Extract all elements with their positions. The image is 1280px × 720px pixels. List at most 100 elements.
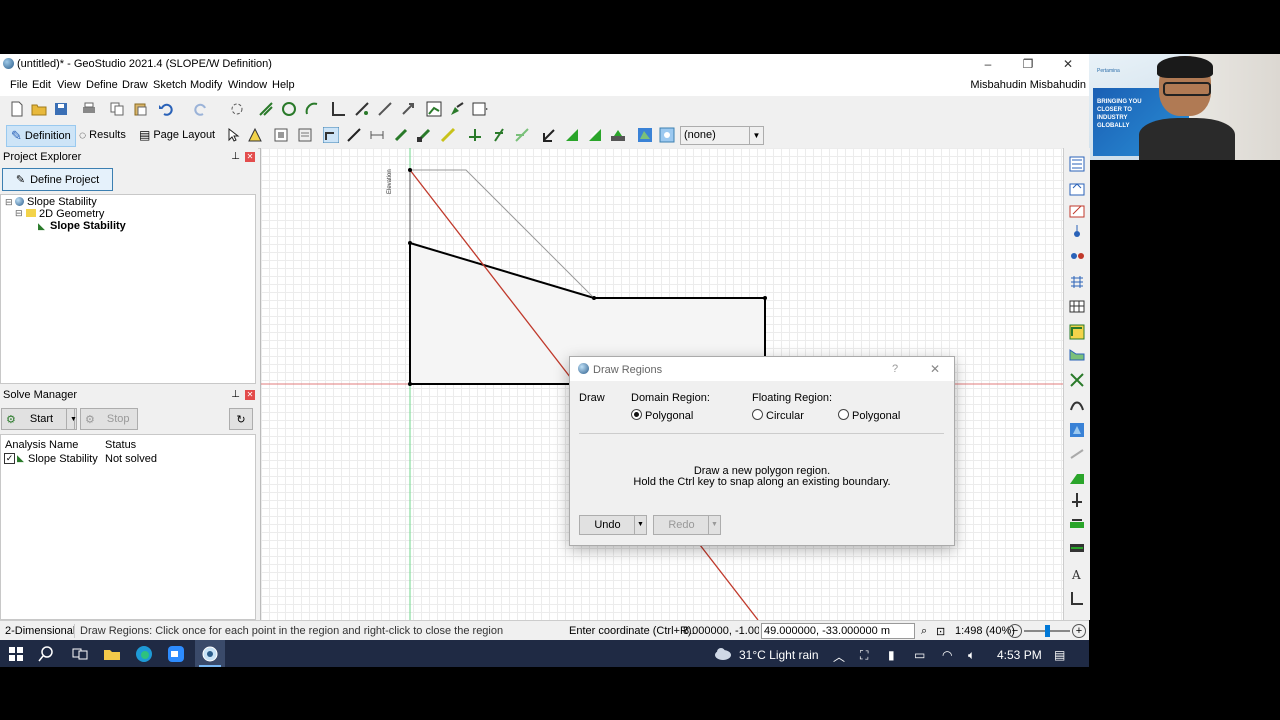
undo-icon[interactable] [158, 101, 174, 117]
define-slope-icon[interactable] [1069, 346, 1085, 362]
task-view-icon[interactable] [71, 645, 89, 663]
help-button[interactable]: ? [892, 363, 898, 375]
view-image-icon[interactable] [659, 127, 675, 143]
zoom-out-button[interactable]: − [1008, 624, 1022, 638]
tray-network-app-icon[interactable]: ⛶ [860, 648, 868, 663]
tree-collapse-icon[interactable]: ⊟ [15, 208, 23, 219]
zoom-slider-thumb[interactable] [1045, 625, 1050, 637]
page-layout-button[interactable]: ▤ Page Layout [135, 125, 219, 145]
view-3d-icon[interactable] [637, 127, 653, 143]
draw-geometry-icon[interactable] [323, 127, 339, 143]
draw-materials-icon[interactable] [297, 127, 313, 143]
sketch-circle-icon[interactable] [281, 101, 297, 117]
dialog-close-button[interactable]: ✕ [930, 362, 940, 376]
close-button[interactable]: ✕ [1058, 56, 1078, 72]
define-text-icon[interactable]: A [1069, 566, 1085, 582]
draw-tension-crack-icon[interactable] [467, 127, 483, 143]
undo-button[interactable]: Undo [579, 515, 636, 535]
draw-reinforcement-icon[interactable] [514, 127, 530, 143]
define-functions-icon[interactable] [1069, 202, 1085, 218]
volume-icon[interactable]: 🔈︎ [968, 648, 975, 663]
menu-view[interactable]: View [57, 79, 81, 91]
draw-line-icon[interactable] [346, 127, 362, 143]
draw-regions-icon[interactable] [247, 127, 263, 143]
pin-icon[interactable]: ⊥ [231, 151, 240, 162]
analysis-checkbox[interactable]: ✓ [4, 453, 15, 464]
wifi-icon[interactable]: ◠ [942, 648, 952, 662]
close-icon[interactable]: ✕ [245, 152, 255, 162]
new-file-icon[interactable] [9, 101, 25, 117]
floating-polygonal-radio[interactable]: Polygonal [838, 409, 900, 422]
draw-entry-exit-icon[interactable] [416, 127, 432, 143]
zoom-app-icon[interactable] [167, 645, 185, 663]
menu-modify[interactable]: Modify [190, 79, 222, 91]
menu-sketch[interactable]: Sketch [153, 79, 187, 91]
draw-spacing-icon[interactable] [369, 127, 385, 143]
define-points-icon[interactable] [1069, 224, 1085, 240]
define-materials-icon[interactable] [1069, 180, 1085, 196]
menu-draw[interactable]: Draw [122, 79, 148, 91]
paste-icon[interactable] [132, 101, 148, 117]
draw-pressure-line-icon[interactable] [440, 127, 456, 143]
zoom-icon[interactable]: ⌕ [921, 625, 927, 638]
sketch-pen-icon[interactable] [449, 101, 465, 117]
menu-file[interactable]: File [10, 79, 28, 91]
define-grid-radius-icon[interactable] [1069, 372, 1085, 388]
define-grid-icon[interactable] [1069, 274, 1085, 290]
sketch-arrow-icon[interactable] [400, 101, 416, 117]
definition-mode-button[interactable]: ✎ Definition [6, 125, 76, 147]
analysis-row-name[interactable]: Slope Stability [28, 453, 98, 465]
copy-icon[interactable] [109, 101, 125, 117]
redo-icon[interactable] [193, 101, 209, 117]
define-surface-icon[interactable] [1069, 470, 1085, 486]
define-project-button[interactable]: ✎ Define Project [2, 168, 113, 191]
tree-collapse-icon[interactable]: ⊟ [5, 197, 13, 208]
sketch-arc-icon[interactable] [304, 101, 320, 117]
define-mesh-icon[interactable] [1069, 298, 1085, 314]
microphone-icon[interactable]: ▮ [888, 648, 895, 662]
file-explorer-icon[interactable] [103, 645, 121, 663]
notification-icon[interactable]: ▤ [1054, 648, 1065, 662]
coordinate-entry[interactable]: 8.000000, -1.000000 [683, 625, 759, 637]
draw-points-icon[interactable] [273, 127, 289, 143]
sketch-text-icon[interactable] [377, 101, 393, 117]
define-anchor-icon[interactable] [1069, 492, 1085, 508]
print-icon[interactable] [81, 101, 97, 117]
zoom-fit-icon[interactable]: ⊡ [936, 625, 945, 638]
domain-polygonal-radio[interactable]: Polygonal [631, 409, 693, 422]
define-layers-icon[interactable] [1069, 538, 1085, 554]
menu-edit[interactable]: Edit [32, 79, 51, 91]
results-mode-button[interactable]: ◌ Results [75, 125, 130, 145]
define-loads-icon[interactable] [1069, 246, 1085, 262]
draw-anchor-icon[interactable] [541, 127, 557, 143]
menu-define[interactable]: Define [86, 79, 118, 91]
sketch-more-icon[interactable] [472, 101, 488, 117]
windows-start-icon[interactable] [7, 645, 25, 663]
draw-pore-water-icon[interactable] [491, 127, 507, 143]
search-icon[interactable] [37, 645, 55, 663]
edge-icon[interactable] [135, 645, 153, 663]
sketch-chart-icon[interactable] [426, 101, 442, 117]
close-icon[interactable]: ✕ [245, 390, 255, 400]
restore-button[interactable]: ❐ [1018, 56, 1038, 72]
tree-item-slope-stability-root[interactable]: Slope Stability [27, 196, 97, 208]
define-axis-icon[interactable] [1069, 590, 1085, 606]
draw-slip-surface-icon[interactable] [393, 127, 409, 143]
start-dropdown[interactable]: ▼ [66, 408, 77, 430]
pin-icon[interactable]: ⊥ [231, 389, 240, 400]
minimize-button[interactable]: – [978, 56, 998, 72]
sketch-lines-icon[interactable] [258, 101, 274, 117]
menu-window[interactable]: Window [228, 79, 267, 91]
draw-pile-icon[interactable] [587, 127, 603, 143]
tree-item-slope-stability[interactable]: Slope Stability [50, 220, 126, 232]
sketch-dimension-icon[interactable] [354, 101, 370, 117]
define-water-icon[interactable] [1069, 422, 1085, 438]
menu-help[interactable]: Help [272, 79, 295, 91]
zoom-in-button[interactable]: + [1072, 624, 1086, 638]
save-icon[interactable] [53, 101, 69, 117]
define-region-icon[interactable] [1069, 324, 1085, 340]
floating-circular-radio[interactable]: Circular [752, 409, 804, 422]
define-analyses-icon[interactable] [1069, 156, 1085, 172]
define-boundary-icon[interactable] [1069, 514, 1085, 530]
tray-expand-icon[interactable]: ︿ [833, 648, 845, 665]
